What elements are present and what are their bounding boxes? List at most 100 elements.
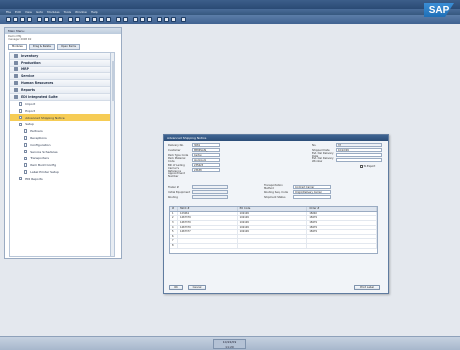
menu-view[interactable]: View <box>25 10 32 14</box>
initial-equipment-input[interactable] <box>192 190 228 195</box>
cancel-button[interactable]: Cancel <box>188 285 206 290</box>
menu-tools[interactable]: Tools <box>64 10 71 14</box>
module-human-resources[interactable]: Human Resources <box>10 80 114 87</box>
module-production[interactable]: Production <box>10 59 114 67</box>
transport-method-field: Transportation Method Contract Carrier <box>264 184 331 190</box>
target-document-icon[interactable] <box>140 17 145 22</box>
menu-item-advanced-shipping-notice[interactable]: Advanced Shipping Notice <box>10 114 114 121</box>
col-order[interactable]: Order # <box>307 207 377 211</box>
base-document-icon[interactable] <box>133 17 138 22</box>
bill-of-lading-input[interactable]: 235623 <box>192 163 220 168</box>
routing-input[interactable] <box>192 195 228 200</box>
tab-modules[interactable]: Modules <box>8 43 27 50</box>
grid-cell <box>238 234 308 239</box>
module-inventory[interactable]: Inventory <box>10 53 114 60</box>
find-icon[interactable] <box>68 17 73 22</box>
grid-cell: 7 <box>170 239 178 243</box>
print-label-button[interactable]: Print Label <box>354 285 380 290</box>
menu-help[interactable]: Help <box>91 10 98 14</box>
main-menu-window: Main Menu Demo Mfg manager 2008 R2 Modul… <box>4 27 122 259</box>
to-export-checkbox[interactable]: To Export <box>360 164 375 169</box>
excel-icon[interactable] <box>51 17 56 22</box>
module-mrp[interactable]: MRP <box>10 66 114 74</box>
checkbox-box[interactable] <box>360 164 363 168</box>
routing-seq-field: Routing Seq. Code Origin/Delivery Carrier <box>264 190 331 195</box>
module-edi-suite[interactable]: EDI Integrated Suite <box>10 93 114 101</box>
add-icon[interactable] <box>75 17 80 22</box>
menu-item-import[interactable]: Import <box>10 101 114 108</box>
help-icon[interactable] <box>181 17 186 22</box>
settings-icon[interactable] <box>171 17 176 22</box>
menu-item-setup[interactable]: Setup <box>10 121 114 128</box>
human-resources-icon <box>14 81 18 86</box>
menu-item-label: Label Printer Setup <box>30 169 59 174</box>
next-record-icon[interactable] <box>99 17 104 22</box>
filter-icon[interactable] <box>116 17 121 22</box>
doc-number-input[interactable]: 37 <box>336 143 382 148</box>
layout-designer-icon[interactable] <box>164 17 169 22</box>
menu-item-partners[interactable]: Partners <box>10 128 114 135</box>
folder-icon <box>19 176 23 181</box>
carrier-reference-input[interactable]: 23638 <box>192 168 220 173</box>
menu-item-edi-reports[interactable]: EDI Reports <box>10 175 114 182</box>
open-icon[interactable] <box>13 17 18 22</box>
menu-item-service-schedules[interactable]: Service Schedules <box>10 148 114 155</box>
menu-item-receptions[interactable]: Receptions <box>10 135 114 142</box>
ok-button[interactable]: OK <box>169 285 183 290</box>
menu-modules[interactable]: Modules <box>47 10 59 14</box>
delivery-no-input[interactable]: 3081 <box>192 143 220 148</box>
est-delivery-window-input[interactable] <box>336 158 382 163</box>
col-sscc[interactable]: SSCC # <box>178 207 238 211</box>
previous-record-icon[interactable] <box>92 17 97 22</box>
initial-equipment-field: Initial Equipment <box>168 190 228 195</box>
tab-drag-relate[interactable]: Drag & Relate <box>28 43 55 50</box>
shipped-date-input[interactable]: 10/22/09 <box>336 148 382 153</box>
menu-item-item-build-config[interactable]: Item Build Config <box>10 162 114 169</box>
grid-cell: 18479 <box>307 230 377 234</box>
module-list-scrollbar[interactable] <box>110 53 115 256</box>
transport-method-input[interactable]: Contract Carrier <box>293 185 331 190</box>
pack-material-select[interactable]: Aluminum <box>192 158 220 163</box>
menu-item-label: Advanced Shipping Notice <box>25 115 65 120</box>
menu-goto[interactable]: Goto <box>36 10 43 14</box>
last-record-icon[interactable] <box>106 17 111 22</box>
menu-item-label-printer-setup[interactable]: Label Printer Setup <box>10 169 114 176</box>
menu-item-transporters[interactable]: Transporters <box>10 155 114 162</box>
mrp-icon <box>14 67 18 72</box>
customer-input[interactable]: MEDELLIN_ <box>192 148 220 153</box>
email-icon[interactable] <box>37 17 42 22</box>
shipment-status-input[interactable] <box>293 195 331 200</box>
print-icon[interactable] <box>20 17 25 22</box>
sort-icon[interactable] <box>123 17 128 22</box>
module-service[interactable]: Service <box>10 73 114 81</box>
col-po-code[interactable]: PO Code <box>238 207 308 211</box>
new-icon[interactable] <box>6 17 11 22</box>
preview-icon[interactable] <box>27 17 32 22</box>
menu-item-configuration[interactable]: Configuration <box>10 141 114 148</box>
menu-item-label: Service Schedules <box>30 149 58 154</box>
scrollbar-thumb[interactable] <box>111 61 115 101</box>
module-reports[interactable]: Reports <box>10 86 114 94</box>
col-index[interactable]: # <box>170 207 178 211</box>
table-row[interactable]: 8 <box>170 243 377 249</box>
gross-profit-icon[interactable] <box>157 17 162 22</box>
pack-type-select[interactable]: Carton <box>192 153 220 158</box>
field-label: Shipment Status <box>264 195 286 199</box>
menu-item-label: Service <box>21 74 35 79</box>
routing-seq-input[interactable]: Origin/Delivery Carrier <box>293 190 331 195</box>
trailer-input[interactable] <box>192 185 228 190</box>
menu-file[interactable]: File <box>6 10 11 14</box>
field-label: Routing <box>168 195 178 199</box>
menu-item-label: Human Resources <box>21 81 54 86</box>
est-delivery-date-input[interactable] <box>336 153 382 158</box>
grid-cell: 102109 <box>238 225 308 230</box>
menu-window[interactable]: Window <box>75 10 87 14</box>
menu-item-export[interactable]: Export <box>10 107 114 114</box>
journal-icon[interactable] <box>147 17 152 22</box>
word-icon[interactable] <box>58 17 63 22</box>
first-record-icon[interactable] <box>85 17 90 22</box>
tab-open-items[interactable]: Open Items <box>56 43 80 50</box>
export-icon[interactable] <box>44 17 49 22</box>
menu-item-label: Setup <box>25 122 34 127</box>
menu-edit[interactable]: Edit <box>15 10 21 14</box>
